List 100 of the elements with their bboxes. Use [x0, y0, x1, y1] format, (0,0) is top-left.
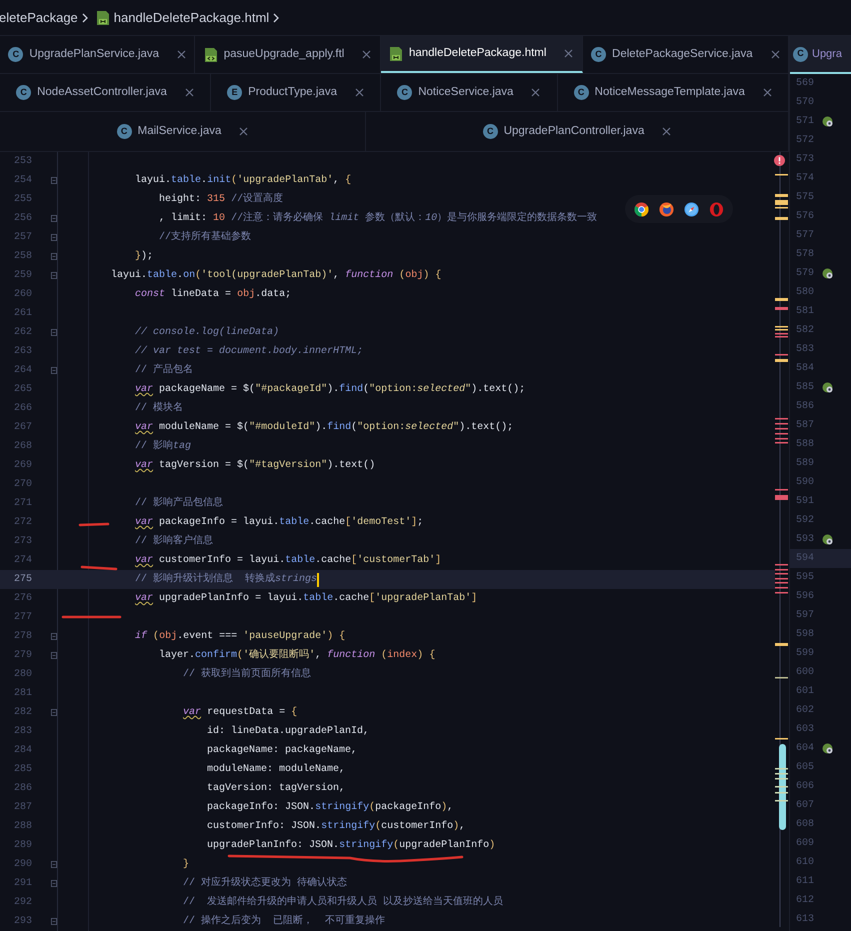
line-number: 264	[12, 364, 32, 378]
gutter-badge-icon[interactable]	[822, 382, 834, 393]
file-tab[interactable]: C NoticeService.java	[381, 74, 558, 111]
line-number: 569	[796, 77, 814, 91]
line-number: 259	[12, 269, 32, 283]
file-tab[interactable]: C Upgra	[790, 36, 851, 74]
code-line: // console.log(lineData)	[135, 326, 280, 340]
line-number: 601	[796, 685, 814, 699]
code-line: // 产品包名	[135, 363, 194, 378]
fold-marker-icon[interactable]	[51, 879, 57, 888]
code-line: // 影响客户信息	[135, 534, 214, 549]
file-tab[interactable]: C MailService.java	[0, 112, 366, 151]
gutter-badge-icon[interactable]	[822, 268, 834, 279]
line-number: 288	[12, 820, 32, 834]
fold-marker-icon[interactable]	[51, 860, 57, 869]
breadcrumb-item[interactable]: handleDeletePackage.html	[114, 8, 270, 28]
code-line: // 对应升级状态更改为 待确认状态	[183, 876, 348, 891]
line-number: 253	[12, 155, 32, 169]
code-line: // 影响产品包信息	[135, 496, 224, 511]
line-number: 262	[12, 326, 32, 340]
line-number: 577	[796, 229, 814, 243]
gutter-badge-icon[interactable]	[822, 743, 834, 754]
file-tab[interactable]: C NodeAssetController.java	[0, 74, 211, 111]
line-number: 278	[12, 630, 32, 644]
chevron-icon	[82, 12, 89, 22]
fold-marker-icon[interactable]	[51, 271, 57, 280]
line-number: 257	[12, 231, 32, 245]
line-number: 608	[796, 818, 814, 832]
gutter-badge-icon[interactable]	[822, 534, 834, 545]
line-number: 600	[796, 666, 814, 680]
line-number: 282	[12, 706, 32, 720]
fold-marker-icon[interactable]	[51, 328, 57, 337]
flame-globe-icon[interactable]	[659, 202, 674, 216]
line-number: 255	[12, 193, 32, 207]
close-icon	[564, 49, 574, 58]
file-type-badge: E	[227, 85, 242, 100]
line-number: 578	[796, 248, 814, 262]
line-number: 261	[12, 307, 32, 321]
line-number: 256	[12, 212, 32, 226]
ring-logo-icon[interactable]	[634, 202, 649, 216]
fold-marker-icon[interactable]	[51, 233, 57, 242]
compass-icon[interactable]	[684, 202, 699, 216]
line-number: 292	[12, 896, 32, 910]
gutter-badge-icon[interactable]	[822, 116, 834, 127]
code-line: layui.table.on('tool(upgradePlanTab)', function (obj) {	[111, 268, 442, 283]
code-line: // 发送邮件给升级的申请人员和升级人员 以及抄送给当天值班的人员	[183, 895, 504, 910]
ring-letter-icon[interactable]	[709, 202, 724, 216]
line-number: 589	[796, 457, 814, 471]
code-line: var tagVersion = $("#tagVersion").text()	[135, 458, 376, 473]
line-number: 612	[796, 894, 814, 908]
line-number: 592	[796, 514, 814, 528]
fold-marker-icon[interactable]	[51, 632, 57, 641]
close-icon	[531, 88, 540, 97]
file-tab[interactable]: C NoticeMessageTemplate.java	[558, 74, 789, 111]
line-number: 610	[796, 856, 814, 870]
line-number: 265	[12, 383, 32, 397]
code-line: layer.confirm('确认要阻断吗', function (index) {	[159, 648, 436, 663]
fold-marker-icon[interactable]	[51, 366, 57, 375]
line-number: 604	[796, 742, 814, 756]
fold-marker-icon[interactable]	[51, 176, 57, 185]
file-tab[interactable]: pasueUpgrade_apply.ftl	[195, 36, 381, 73]
file-tab[interactable]: C UpgradePlanController.java	[366, 112, 789, 151]
code-line: var requestData = {	[183, 706, 298, 720]
line-number: 274	[12, 554, 32, 568]
file-tab[interactable]: E ProductType.java	[211, 74, 382, 111]
code-line: id: lineData.upgradePlanId,	[207, 724, 370, 739]
close-icon	[762, 88, 772, 97]
file-tab[interactable]: handleDeletePackage.html	[380, 36, 583, 73]
line-number: 287	[12, 801, 32, 815]
fold-marker-icon[interactable]	[51, 708, 57, 717]
line-number: 583	[796, 343, 814, 357]
file-type-badge: C	[574, 85, 589, 100]
code-line: //支持所有基础参数	[159, 230, 252, 245]
file-tab[interactable]: C DeletePackageService.java	[582, 36, 789, 73]
code-line: height: 315 //设置高度	[159, 192, 284, 207]
line-number: 572	[796, 134, 814, 148]
line-number: 605	[796, 761, 814, 775]
annotation-stroke	[62, 616, 122, 618]
error-icon[interactable]	[774, 155, 785, 166]
file-tab[interactable]: C UpgradePlanService.java	[0, 36, 196, 73]
code-line: packageName: packageName,	[207, 744, 358, 758]
fold-marker-icon[interactable]	[51, 214, 57, 223]
file-type-badge: C	[482, 124, 498, 139]
line-number: 603	[796, 723, 814, 737]
line-number: 268	[12, 440, 32, 454]
file-icon	[204, 46, 218, 62]
code-line: upgradePlanInfo: JSON.stringify(upgradePlanInfo)	[207, 838, 496, 853]
fold-marker-icon[interactable]	[51, 252, 57, 261]
line-number: 286	[12, 782, 32, 796]
code-line: }	[183, 858, 190, 872]
text-caret	[317, 572, 320, 586]
line-number: 279	[12, 649, 32, 663]
line-number: 582	[796, 324, 814, 338]
fold-marker-icon[interactable]	[51, 917, 57, 926]
line-number: 270	[12, 478, 32, 492]
fold-marker-icon[interactable]	[51, 651, 57, 660]
line-number: 581	[796, 305, 814, 319]
code-line: // 模块名	[135, 401, 184, 416]
code-line: // 影响tag	[135, 439, 192, 454]
code-line: , limit: 10 //注意：请务必确保 limit 参数（默认：10）是与你服务端限定的数据条数一致	[159, 211, 598, 226]
